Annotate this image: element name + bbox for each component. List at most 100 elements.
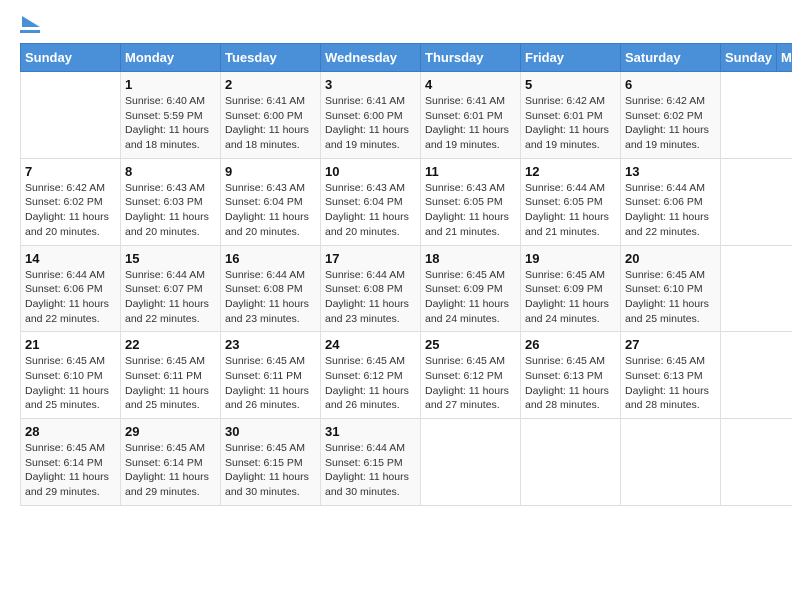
day-info: Sunrise: 6:45 AM Sunset: 6:12 PM Dayligh… <box>325 354 416 413</box>
weekday-header-friday: Friday <box>521 44 621 72</box>
day-info: Sunrise: 6:45 AM Sunset: 6:14 PM Dayligh… <box>125 441 216 500</box>
weekday-header-sunday: Sunday <box>21 44 121 72</box>
day-info: Sunrise: 6:45 AM Sunset: 6:10 PM Dayligh… <box>25 354 116 413</box>
calendar-cell: 19 Sunrise: 6:45 AM Sunset: 6:09 PM Dayli… <box>521 245 621 332</box>
day-info: Sunrise: 6:43 AM Sunset: 6:04 PM Dayligh… <box>225 181 316 240</box>
day-info: Sunrise: 6:43 AM Sunset: 6:05 PM Dayligh… <box>425 181 516 240</box>
calendar-cell: 29 Sunrise: 6:45 AM Sunset: 6:14 PM Dayli… <box>121 419 221 506</box>
day-info: Sunrise: 6:45 AM Sunset: 6:12 PM Dayligh… <box>425 354 516 413</box>
day-info: Sunrise: 6:45 AM Sunset: 6:14 PM Dayligh… <box>25 441 116 500</box>
calendar-cell: 4 Sunrise: 6:41 AM Sunset: 6:01 PM Daylig… <box>421 72 521 159</box>
day-info: Sunrise: 6:41 AM Sunset: 6:00 PM Dayligh… <box>325 94 416 153</box>
calendar-cell: 2Sunrise: 6:41 AM Sunset: 6:00 PM Daylig… <box>221 72 321 159</box>
page-header <box>20 16 772 33</box>
day-info: Sunrise: 6:45 AM Sunset: 6:15 PM Dayligh… <box>225 441 316 500</box>
calendar-cell: 31Sunrise: 6:44 AM Sunset: 6:15 PM Dayli… <box>321 419 421 506</box>
day-info: Sunrise: 6:44 AM Sunset: 6:07 PM Dayligh… <box>125 268 216 327</box>
day-number: 14 <box>25 251 116 266</box>
day-info: Sunrise: 6:45 AM Sunset: 6:09 PM Dayligh… <box>525 268 616 327</box>
day-info: Sunrise: 6:44 AM Sunset: 6:05 PM Dayligh… <box>525 181 616 240</box>
day-number: 16 <box>225 251 316 266</box>
logo <box>20 16 40 33</box>
calendar-cell: 23 Sunrise: 6:45 AM Sunset: 6:11 PM Dayli… <box>221 332 321 419</box>
calendar-week-row: 14 Sunrise: 6:44 AM Sunset: 6:06 PM Dayli… <box>21 245 792 332</box>
weekday-header-tuesday: Tuesday <box>221 44 321 72</box>
day-number: 3 <box>325 77 416 92</box>
day-number: 2 <box>225 77 316 92</box>
day-number: 27 <box>625 337 716 352</box>
day-info: Sunrise: 6:44 AM Sunset: 6:15 PM Dayligh… <box>325 441 416 500</box>
day-number: 10 <box>325 164 416 179</box>
weekday-header-thursday: Thursday <box>421 44 521 72</box>
weekday-header-monday: Monday <box>776 44 792 72</box>
weekday-header-wednesday: Wednesday <box>321 44 421 72</box>
calendar-cell: 6Sunrise: 6:42 AM Sunset: 6:02 PM Daylig… <box>621 72 721 159</box>
day-number: 11 <box>425 164 516 179</box>
calendar-cell: 7 Sunrise: 6:42 AM Sunset: 6:02 PM Daylig… <box>21 158 121 245</box>
calendar-cell: 10 Sunrise: 6:43 AM Sunset: 6:04 PM Dayli… <box>321 158 421 245</box>
day-number: 8 <box>125 164 216 179</box>
calendar-cell: 12 Sunrise: 6:44 AM Sunset: 6:05 PM Dayli… <box>521 158 621 245</box>
day-info: Sunrise: 6:44 AM Sunset: 6:08 PM Dayligh… <box>325 268 416 327</box>
day-number: 1 <box>125 77 216 92</box>
day-number: 13 <box>625 164 716 179</box>
calendar-week-row: 1Sunrise: 6:40 AM Sunset: 5:59 PM Daylig… <box>21 72 792 159</box>
calendar-cell: 9Sunrise: 6:43 AM Sunset: 6:04 PM Daylig… <box>221 158 321 245</box>
day-number: 29 <box>125 424 216 439</box>
day-number: 21 <box>25 337 116 352</box>
day-number: 23 <box>225 337 316 352</box>
calendar-cell: 25Sunrise: 6:45 AM Sunset: 6:12 PM Dayli… <box>421 332 521 419</box>
day-number: 28 <box>25 424 116 439</box>
calendar-cell: 1Sunrise: 6:40 AM Sunset: 5:59 PM Daylig… <box>121 72 221 159</box>
calendar-cell: 20 Sunrise: 6:45 AM Sunset: 6:10 PM Dayli… <box>621 245 721 332</box>
calendar-cell: 3 Sunrise: 6:41 AM Sunset: 6:00 PM Daylig… <box>321 72 421 159</box>
day-info: Sunrise: 6:42 AM Sunset: 6:02 PM Dayligh… <box>25 181 116 240</box>
day-info: Sunrise: 6:45 AM Sunset: 6:13 PM Dayligh… <box>625 354 716 413</box>
calendar-cell: 5 Sunrise: 6:42 AM Sunset: 6:01 PM Daylig… <box>521 72 621 159</box>
day-number: 17 <box>325 251 416 266</box>
day-number: 20 <box>625 251 716 266</box>
calendar-cell: 16Sunrise: 6:44 AM Sunset: 6:08 PM Dayli… <box>221 245 321 332</box>
calendar-header-row: SundayMondayTuesdayWednesdayThursdayFrid… <box>21 44 792 72</box>
calendar-cell: 24 Sunrise: 6:45 AM Sunset: 6:12 PM Dayli… <box>321 332 421 419</box>
calendar-cell: 27 Sunrise: 6:45 AM Sunset: 6:13 PM Dayli… <box>621 332 721 419</box>
day-number: 4 <box>425 77 516 92</box>
calendar-cell: 11 Sunrise: 6:43 AM Sunset: 6:05 PM Dayli… <box>421 158 521 245</box>
day-info: Sunrise: 6:41 AM Sunset: 6:01 PM Dayligh… <box>425 94 516 153</box>
day-number: 15 <box>125 251 216 266</box>
calendar-week-row: 7 Sunrise: 6:42 AM Sunset: 6:02 PM Daylig… <box>21 158 792 245</box>
logo-underline <box>20 30 40 33</box>
calendar-cell: 18 Sunrise: 6:45 AM Sunset: 6:09 PM Dayli… <box>421 245 521 332</box>
day-info: Sunrise: 6:45 AM Sunset: 6:11 PM Dayligh… <box>125 354 216 413</box>
day-info: Sunrise: 6:43 AM Sunset: 6:03 PM Dayligh… <box>125 181 216 240</box>
day-number: 18 <box>425 251 516 266</box>
calendar-week-row: 28 Sunrise: 6:45 AM Sunset: 6:14 PM Dayli… <box>21 419 792 506</box>
day-number: 19 <box>525 251 616 266</box>
calendar-cell: 17 Sunrise: 6:44 AM Sunset: 6:08 PM Dayli… <box>321 245 421 332</box>
day-number: 5 <box>525 77 616 92</box>
day-info: Sunrise: 6:42 AM Sunset: 6:01 PM Dayligh… <box>525 94 616 153</box>
day-info: Sunrise: 6:43 AM Sunset: 6:04 PM Dayligh… <box>325 181 416 240</box>
weekday-header-monday: Monday <box>121 44 221 72</box>
day-number: 12 <box>525 164 616 179</box>
calendar-cell <box>421 419 521 506</box>
calendar-cell <box>521 419 621 506</box>
day-number: 30 <box>225 424 316 439</box>
day-number: 22 <box>125 337 216 352</box>
logo-triangle-icon <box>22 16 40 27</box>
calendar-week-row: 21 Sunrise: 6:45 AM Sunset: 6:10 PM Dayli… <box>21 332 792 419</box>
day-info: Sunrise: 6:45 AM Sunset: 6:09 PM Dayligh… <box>425 268 516 327</box>
day-number: 7 <box>25 164 116 179</box>
day-info: Sunrise: 6:45 AM Sunset: 6:11 PM Dayligh… <box>225 354 316 413</box>
calendar-cell: 15 Sunrise: 6:44 AM Sunset: 6:07 PM Dayli… <box>121 245 221 332</box>
calendar-cell <box>21 72 121 159</box>
calendar-cell: 28 Sunrise: 6:45 AM Sunset: 6:14 PM Dayli… <box>21 419 121 506</box>
day-info: Sunrise: 6:45 AM Sunset: 6:10 PM Dayligh… <box>625 268 716 327</box>
day-info: Sunrise: 6:44 AM Sunset: 6:06 PM Dayligh… <box>625 181 716 240</box>
calendar-cell: 26Sunrise: 6:45 AM Sunset: 6:13 PM Dayli… <box>521 332 621 419</box>
day-info: Sunrise: 6:45 AM Sunset: 6:13 PM Dayligh… <box>525 354 616 413</box>
day-info: Sunrise: 6:44 AM Sunset: 6:06 PM Dayligh… <box>25 268 116 327</box>
calendar-cell <box>621 419 721 506</box>
weekday-header-saturday: Saturday <box>621 44 721 72</box>
day-number: 24 <box>325 337 416 352</box>
